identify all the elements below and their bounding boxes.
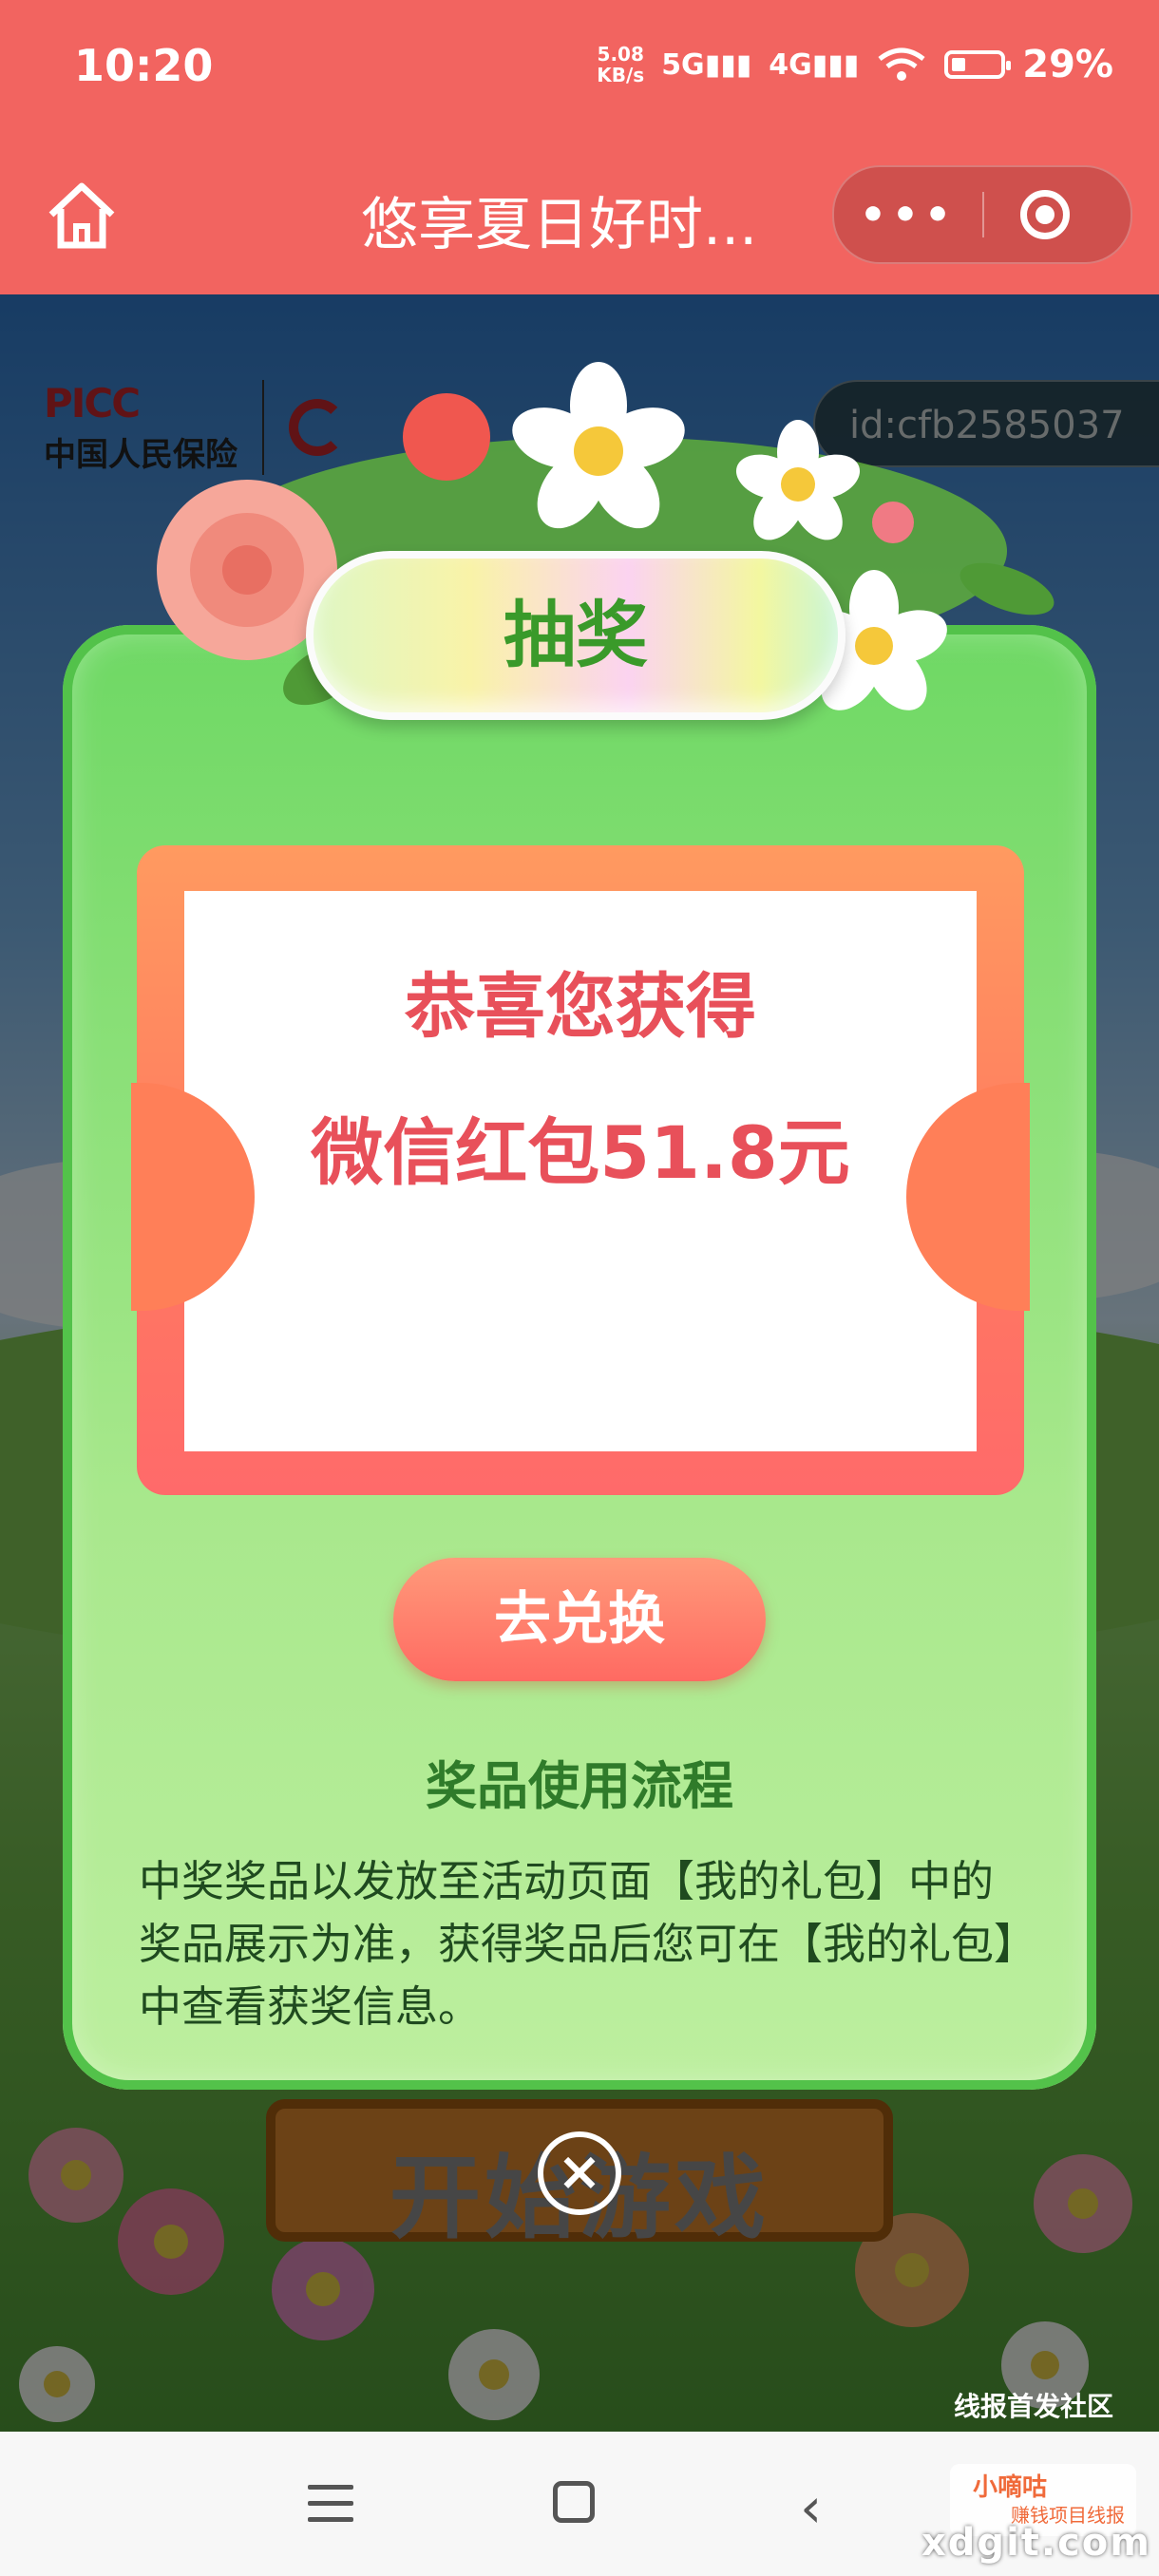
redeem-button[interactable]: 去兑换 [393, 1558, 766, 1681]
prize-flow-description: 中奖奖品以发放至活动页面【我的礼包】中的奖品展示为准，获得奖品后您可在【我的礼包… [139, 1856, 1016, 2032]
battery-percent: 29% [1022, 43, 1113, 86]
mini-program-capsule: ••• [832, 165, 1132, 264]
page-title: 悠享夏日好时... [361, 192, 758, 258]
signal-5g-icon: 5G▮▮▮ [661, 47, 752, 82]
net-speed: 5.08 KB/s [597, 44, 644, 85]
more-button[interactable]: ••• [834, 167, 982, 262]
signal-4g-icon: 4G▮▮▮ [769, 47, 860, 82]
lottery-heading-badge: 抽奖 [306, 551, 846, 720]
congrats-text: 恭喜您获得 [405, 966, 756, 1048]
lottery-heading: 抽奖 [504, 593, 648, 677]
status-icons: 5.08 KB/s 5G▮▮▮ 4G▮▮▮ 29% [597, 36, 1113, 93]
home-icon[interactable] [42, 175, 122, 255]
wifi-icon [878, 47, 925, 81]
watermark-text: 线报首发社区 [954, 2391, 1114, 2422]
back-icon[interactable]: ‹ [800, 2475, 822, 2540]
battery-icon [944, 50, 1012, 79]
close-modal-icon[interactable]: × [538, 2131, 621, 2215]
prize-text: 微信红包51.8元 [311, 1110, 850, 1195]
watermark-name: 小嘀咕 [973, 2473, 1048, 2502]
title-bar: 悠享夏日好时... ••• [0, 133, 1159, 294]
status-time: 10:20 [74, 40, 214, 91]
capsule-divider [982, 192, 984, 237]
menu-icon[interactable] [308, 2485, 353, 2523]
status-bar: 10:20 5.08 KB/s 5G▮▮▮ 4G▮▮▮ 29% [0, 0, 1159, 133]
net-speed-unit: KB/s [597, 64, 645, 86]
prize-ticket: 恭喜您获得 微信红包51.8元 [131, 845, 1030, 1495]
prize-flow-title: 奖品使用流程 [426, 1756, 733, 1816]
home-square-icon[interactable] [553, 2481, 595, 2523]
close-mini-program-icon[interactable] [1020, 190, 1070, 239]
watermark-domain: xdgit.com [922, 2521, 1151, 2565]
redeem-label: 去兑换 [494, 1586, 665, 1653]
net-speed-value: 5.08 [597, 43, 644, 66]
